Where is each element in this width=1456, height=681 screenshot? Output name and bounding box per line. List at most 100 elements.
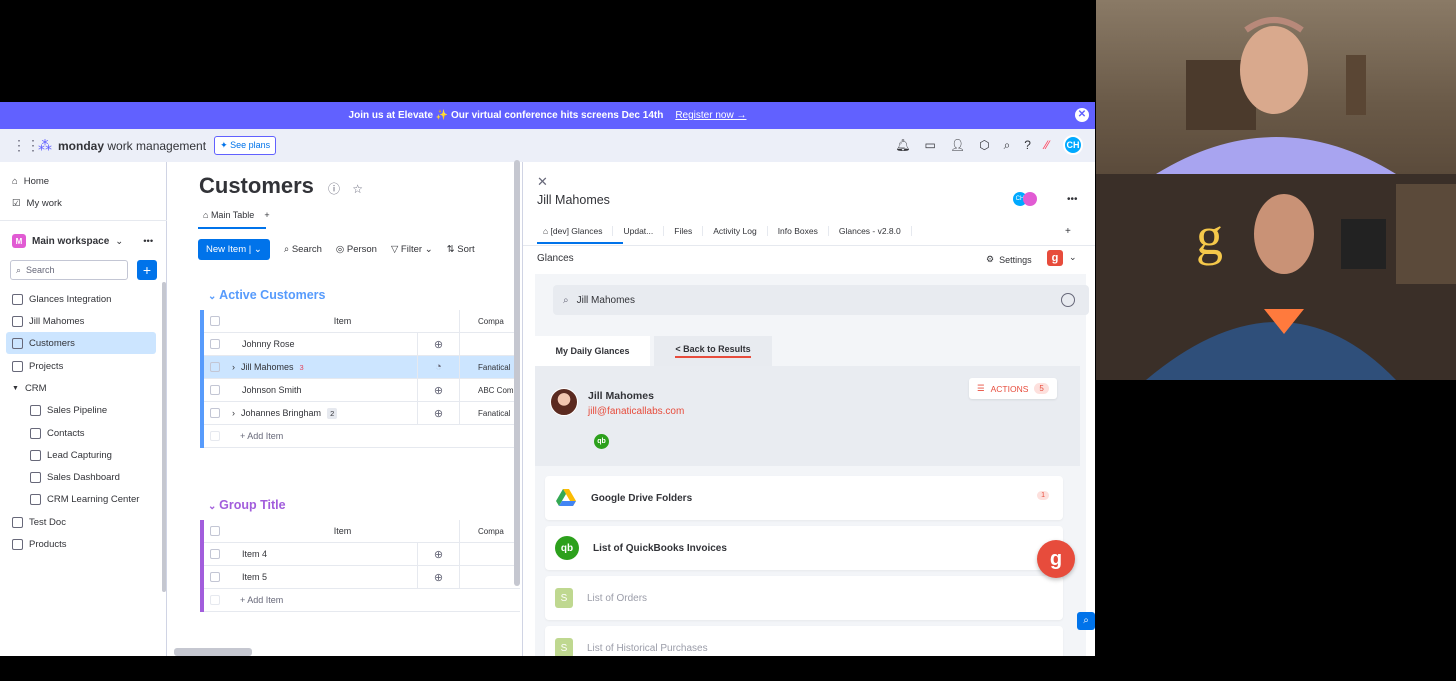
banner-close-button[interactable]: ✕ (1075, 108, 1089, 122)
group-group-title[interactable]: ⌄ Group Title (208, 498, 286, 512)
select-all-checkbox[interactable] (210, 316, 220, 326)
item-name[interactable]: Johnny Rose (242, 339, 295, 349)
select-all-checkbox[interactable] (210, 526, 220, 536)
board-scrollbar[interactable] (514, 160, 520, 586)
actions-button[interactable]: ☰ ACTIONS 5 (969, 378, 1057, 399)
subscribers-avatars[interactable]: CH (1013, 192, 1037, 206)
sidebar-item-projects[interactable]: Projects (12, 357, 63, 375)
tab-glances-v280[interactable]: Glances - v2.8.0 (829, 226, 912, 236)
board-horizontal-scrollbar[interactable] (174, 648, 252, 656)
apps-icon[interactable]: ⬡ (979, 138, 989, 152)
add-item-input[interactable]: + Add Item (226, 431, 283, 441)
chevron-down-icon[interactable]: ⌄ (254, 244, 262, 255)
expand-chevron-icon[interactable]: › (232, 408, 235, 418)
glances-fab-button[interactable]: g (1037, 540, 1075, 578)
tab-updates[interactable]: Updat... (613, 226, 665, 236)
sidebar-item-sales-pipeline[interactable]: Sales Pipeline (30, 401, 107, 419)
item-name[interactable]: Johannes Bringham (241, 408, 321, 418)
add-item-row[interactable]: + Add Item (204, 425, 520, 448)
more-icon[interactable]: ••• (143, 236, 153, 247)
group-active-customers[interactable]: ⌄ Active Customers (208, 288, 325, 302)
sort-button[interactable]: ⇅ Sort (447, 244, 475, 255)
add-view-button[interactable]: + (264, 210, 269, 220)
item-name[interactable]: Johnson Smith (242, 385, 302, 395)
help-icon[interactable]: ? (1024, 138, 1031, 152)
add-tab-button[interactable]: + (1065, 226, 1071, 237)
add-item-row[interactable]: + Add Item (204, 589, 520, 612)
table-row[interactable]: Johnson Smith ⊕ ABC Com (204, 379, 520, 402)
card-google-drive-folders[interactable]: Google Drive Folders 1 (545, 476, 1063, 520)
bell-icon[interactable]: 🔔︎ (895, 138, 910, 152)
sidebar-item-customers[interactable]: Customers (6, 332, 156, 354)
workspace-selector[interactable]: M Main workspace ⌄ ••• (12, 232, 153, 250)
person-filter-button[interactable]: ◎ Person (336, 244, 377, 255)
row-checkbox[interactable] (210, 549, 220, 559)
add-update-icon[interactable]: ⊕ (418, 333, 460, 355)
sidebar-item-jill-mahomes[interactable]: Jill Mahomes (12, 312, 84, 330)
sidebar-home[interactable]: ⌂ Home (12, 172, 49, 190)
zoom-search-icon[interactable]: ⌕ (1077, 612, 1095, 630)
user-avatar[interactable]: CH (1063, 135, 1083, 155)
sidebar-item-sales-dashboard[interactable]: Sales Dashboard (30, 468, 120, 486)
tab-activity-log[interactable]: Activity Log (703, 226, 768, 236)
add-update-icon[interactable]: ⊕ (418, 379, 460, 401)
expand-chevron-icon[interactable]: › (232, 362, 235, 372)
tab-my-daily-glances[interactable]: My Daily Glances (535, 336, 650, 366)
item-title[interactable]: Jill Mahomes (537, 193, 610, 207)
glances-logo-icon[interactable]: g (1047, 250, 1063, 266)
apps-grid-icon[interactable]: ⋮⋮ (12, 137, 40, 154)
card-quickbooks-invoices[interactable]: qb List of QuickBooks Invoices (545, 526, 1063, 570)
sidebar-item-test-doc[interactable]: Test Doc (12, 513, 66, 531)
see-plans-button[interactable]: ✦ See plans (214, 136, 277, 155)
table-row-selected[interactable]: › Jill Mahomes 3 ◔ Fanatical (204, 356, 520, 379)
item-name[interactable]: Jill Mahomes (241, 362, 294, 372)
sidebar-scrollbar[interactable] (162, 282, 166, 592)
sidebar-item-lead-capturing[interactable]: Lead Capturing (30, 446, 112, 464)
quickbooks-icon[interactable]: qb (594, 434, 609, 449)
new-item-button[interactable]: New Item | ⌄ (198, 239, 270, 260)
settings-button[interactable]: ⚙ Settings (986, 254, 1032, 265)
row-checkbox[interactable] (210, 339, 220, 349)
sidebar-item-glances-integration[interactable]: Glances Integration (12, 290, 111, 308)
more-options-icon[interactable]: ••• (1067, 194, 1078, 205)
sidebar-item-contacts[interactable]: Contacts (30, 424, 85, 442)
tab-main-table[interactable]: ⌂ Main Table (203, 210, 254, 220)
updates-icon[interactable]: ◔ (418, 356, 460, 378)
register-link[interactable]: Register now → (675, 110, 746, 121)
add-update-icon[interactable]: ⊕ (418, 566, 460, 588)
sidebar-item-crm-learning-center[interactable]: CRM Learning Center (30, 490, 139, 508)
table-row[interactable]: Item 4 ⊕ (204, 543, 520, 566)
sidebar-search-input[interactable]: ⌕ Search (10, 260, 128, 280)
card-historical-purchases[interactable]: S List of Historical Purchases (545, 626, 1063, 656)
table-row[interactable]: › Johannes Bringham 2 ⊕ Fanatical (204, 402, 520, 425)
inbox-icon[interactable]: ▭ (925, 138, 936, 152)
card-list-of-orders[interactable]: S List of Orders (545, 576, 1063, 620)
row-checkbox[interactable] (210, 362, 220, 372)
sidebar-my-work[interactable]: ☑ My work (12, 194, 62, 212)
add-item-input[interactable]: + Add Item (226, 595, 283, 605)
tab-dev-glances[interactable]: ⌂ [dev] Glances (543, 226, 614, 236)
item-name[interactable]: Item 5 (242, 572, 267, 582)
add-board-button[interactable]: + (137, 260, 157, 280)
row-checkbox[interactable] (210, 572, 220, 582)
back-to-results-button[interactable]: < Back to Results (654, 336, 772, 366)
sidebar-item-products[interactable]: Products (12, 535, 67, 553)
filter-button[interactable]: ▽ Filter ⌄ (391, 244, 433, 255)
search-icon[interactable]: ⌕ (1004, 138, 1011, 153)
history-clock-icon[interactable] (1061, 293, 1075, 307)
tab-info-boxes[interactable]: Info Boxes (768, 226, 829, 236)
row-checkbox[interactable] (210, 408, 220, 418)
close-panel-button[interactable]: ✕ (537, 174, 548, 190)
star-icon[interactable]: ☆ (352, 182, 363, 196)
invite-icon[interactable]: 👤︎ (950, 138, 965, 152)
info-icon[interactable]: ⓘ (328, 182, 340, 196)
add-update-icon[interactable]: ⊕ (418, 402, 460, 424)
add-update-icon[interactable]: ⊕ (418, 543, 460, 565)
table-row[interactable]: Johnny Rose ⊕ (204, 333, 520, 356)
search-button[interactable]: ⌕ Search (284, 244, 322, 255)
company-cell[interactable]: Fanatical (460, 363, 510, 372)
item-name[interactable]: Item 4 (242, 549, 267, 559)
row-checkbox[interactable] (210, 385, 220, 395)
company-cell[interactable]: ABC Com (460, 386, 514, 395)
chevron-down-icon[interactable]: ⌄ (1069, 252, 1077, 263)
